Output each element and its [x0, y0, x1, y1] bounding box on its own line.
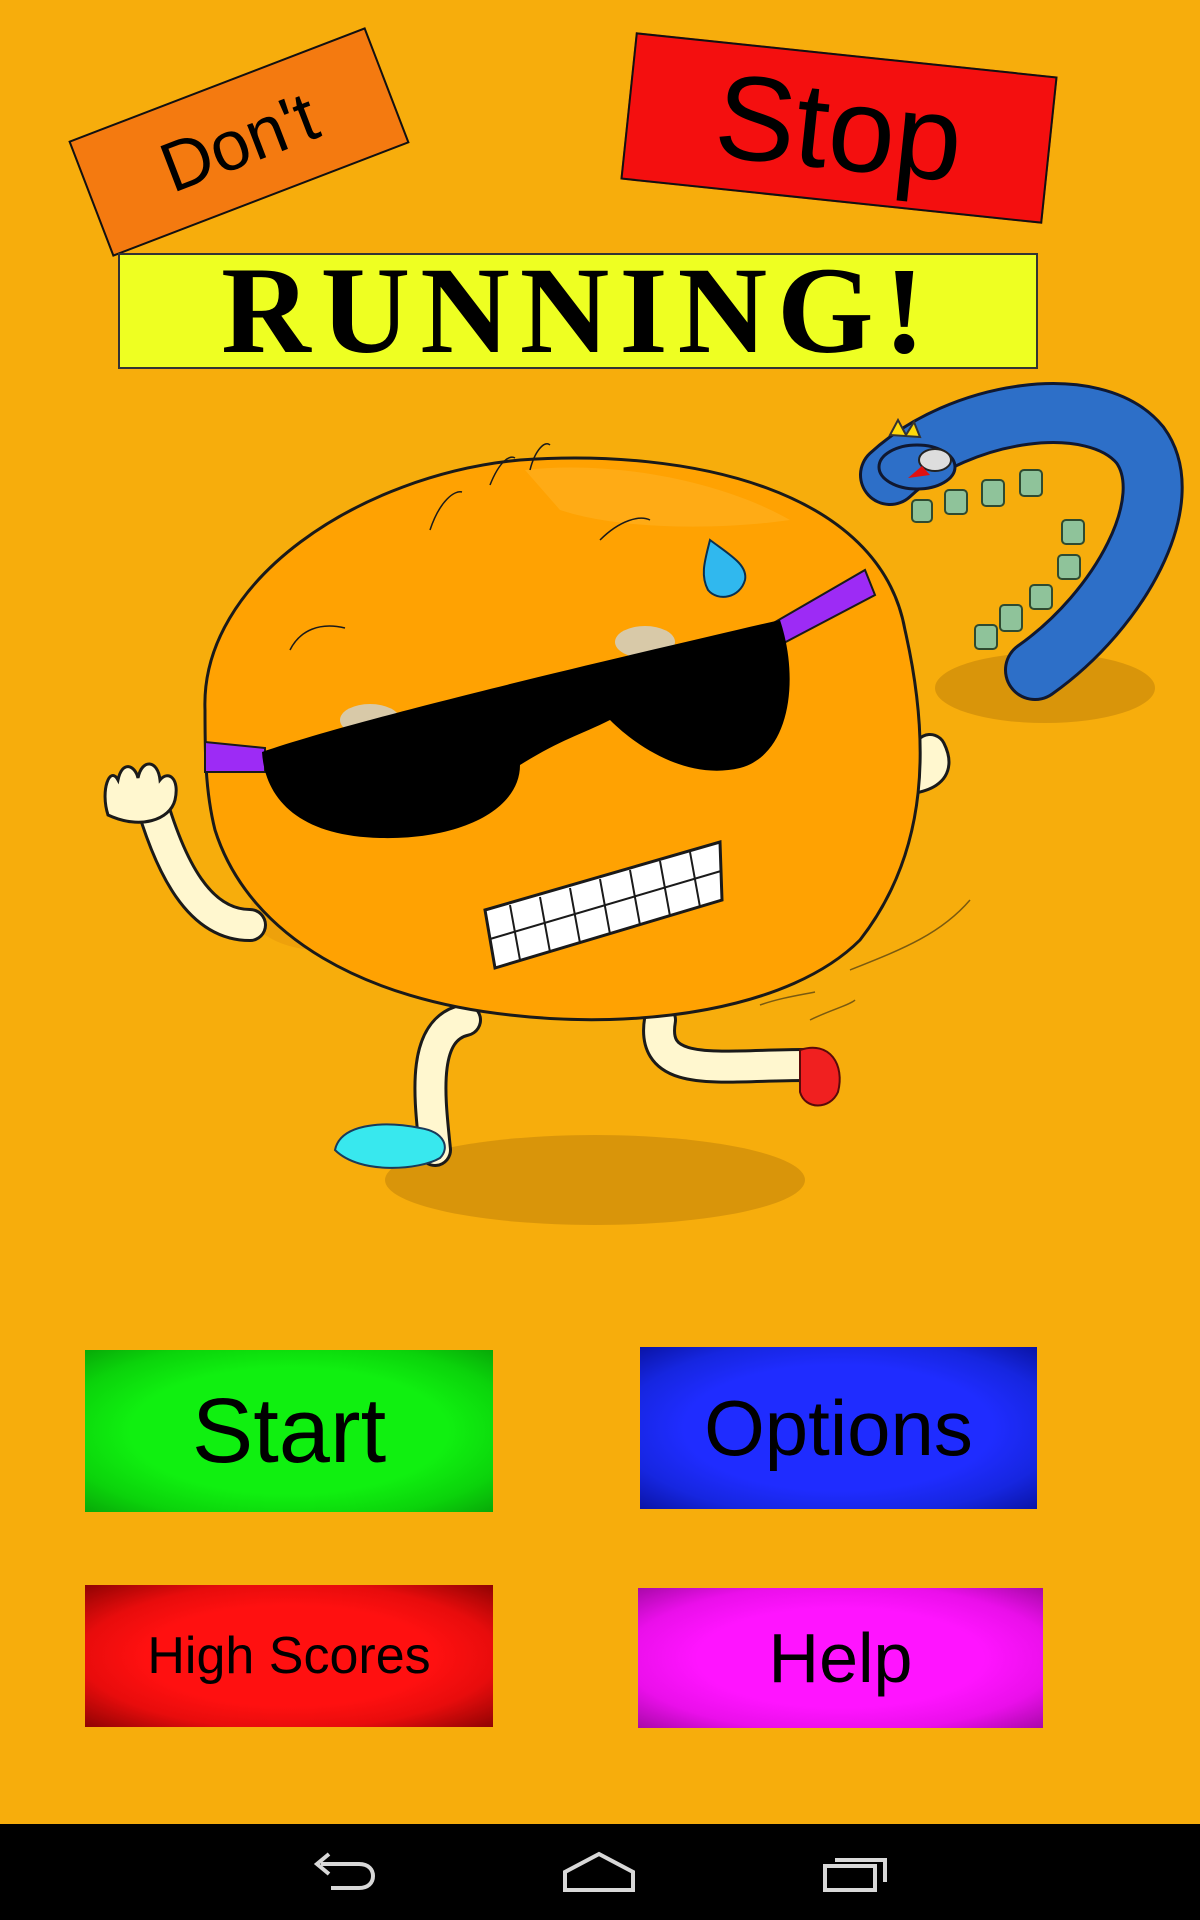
options-button[interactable]: Options: [640, 1347, 1037, 1509]
help-button[interactable]: Help: [638, 1588, 1043, 1728]
high-scores-button-label: High Scores: [147, 1627, 431, 1685]
title-dont-text: Don't: [149, 76, 329, 208]
high-scores-button[interactable]: High Scores: [85, 1585, 493, 1727]
start-button[interactable]: Start: [85, 1350, 493, 1512]
back-icon: [313, 1852, 376, 1890]
main-menu-screen: Don't Stop RUNNING! Start Options High S…: [0, 0, 1200, 1824]
title-running-text: RUNNING!: [221, 242, 935, 379]
system-navigation-bar: [0, 1824, 1200, 1920]
options-button-label: Options: [704, 1383, 973, 1472]
start-button-label: Start: [191, 1379, 387, 1482]
title-running-banner: RUNNING!: [118, 249, 1038, 373]
title-stop-text: Stop: [709, 48, 969, 208]
snake-monster: [859, 382, 1184, 701]
recents-icon: [823, 1858, 887, 1892]
title-stop-sign: Stop: [620, 32, 1058, 224]
help-button-label: Help: [768, 1619, 913, 1697]
title-dont-sign: Don't: [68, 27, 410, 257]
blob-legs: [413, 1003, 822, 1167]
running-blob-illustration: [103, 382, 1184, 1225]
nav-back-button[interactable]: [293, 1842, 393, 1902]
nav-home-button[interactable]: [549, 1842, 649, 1902]
nav-recents-button[interactable]: [807, 1842, 907, 1902]
home-icon: [563, 1851, 635, 1892]
